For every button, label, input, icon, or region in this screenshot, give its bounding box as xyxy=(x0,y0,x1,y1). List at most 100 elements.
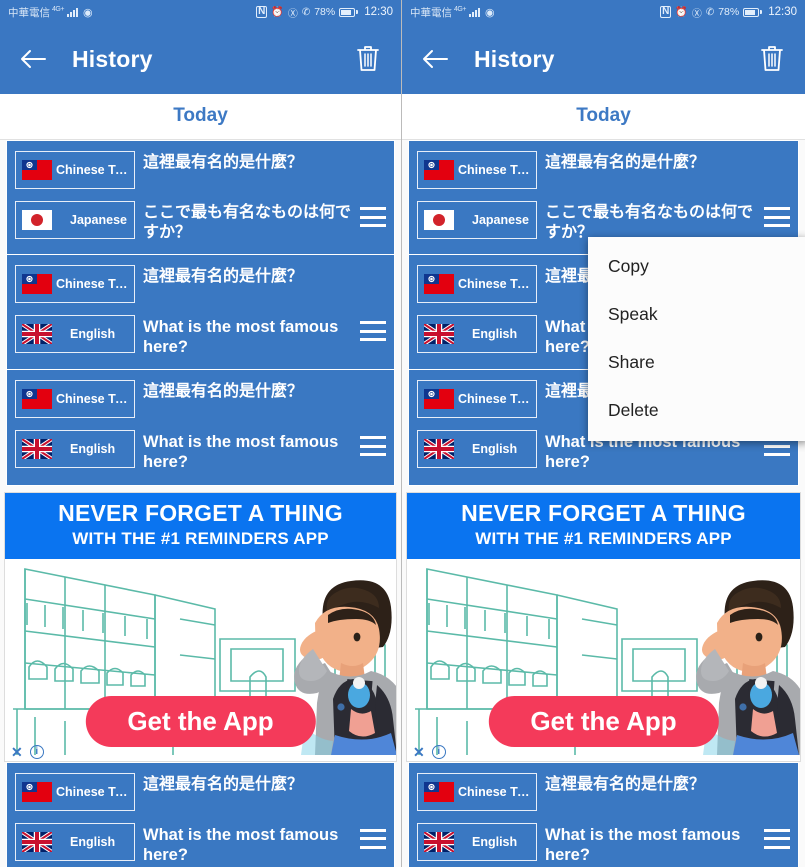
row-overflow-menu-icon[interactable] xyxy=(360,321,386,342)
history-group[interactable]: Chinese Tra... 這裡最有名的是什麼？ English What is t… xyxy=(6,370,395,486)
context-menu-item-delete[interactable]: Delete xyxy=(588,387,805,435)
uk-flag xyxy=(424,831,454,852)
taiwan-flag xyxy=(22,160,52,180)
language-chip[interactable]: Chinese Tra... xyxy=(417,265,537,304)
language-label: Chinese Tra... xyxy=(458,163,530,177)
context-menu[interactable]: Copy Speak Share Delete xyxy=(588,237,805,441)
back-icon[interactable] xyxy=(418,42,452,76)
history-row[interactable]: Chinese Tra... 這裡最有名的是什麼？ xyxy=(409,767,798,817)
language-chip[interactable]: English xyxy=(15,822,135,861)
history-row[interactable]: Japanese ここで最も有名なものは何ですか？ xyxy=(7,195,394,248)
delete-all-icon[interactable] xyxy=(759,43,789,75)
row-overflow-menu-icon[interactable] xyxy=(764,207,790,227)
battery-icon xyxy=(339,7,359,17)
language-chip[interactable]: Japanese xyxy=(417,201,537,239)
history-row[interactable]: Chinese Tra... 這裡最有名的是什麼？ xyxy=(409,145,798,195)
ad-controls: ✕ i xyxy=(11,744,44,759)
taiwan-flag xyxy=(424,781,454,802)
language-label: English xyxy=(472,327,518,342)
page-title: History xyxy=(474,45,555,72)
ad-close-icon[interactable]: ✕ xyxy=(11,745,23,759)
vibrate-icon: ✆ xyxy=(705,6,715,18)
status-bar-left-group: 中華電信 4G+ ◉ xyxy=(8,5,93,20)
row-overflow-menu-icon[interactable] xyxy=(764,828,790,849)
history-group[interactable]: Chinese Tra... 這裡最有名的是什麼？ Japanese ここで最も有名な… xyxy=(6,140,395,256)
language-chip[interactable]: Chinese Tra... xyxy=(15,772,135,811)
battery-percent-label: 78% xyxy=(314,6,336,18)
back-icon[interactable] xyxy=(16,42,50,76)
phrase-text: 這裡最有名的是什麼？ xyxy=(143,268,304,286)
language-chip[interactable]: Chinese Tra... xyxy=(15,265,135,304)
history-row[interactable]: Chinese Tra... 這裡最有名的是什麼？ xyxy=(7,145,394,195)
language-chip[interactable]: Japanese xyxy=(15,201,135,239)
history-list-left[interactable]: Chinese Tra... 這裡最有名的是什麼？ Japanese ここで最も有名な… xyxy=(0,140,401,486)
row-overflow-menu-icon[interactable] xyxy=(360,207,386,227)
history-row[interactable]: Chinese Tra... 這裡最有名的是什麼？ xyxy=(7,374,394,424)
alarm-icon: ⏰ xyxy=(675,6,688,18)
language-label: Chinese Tra... xyxy=(56,277,128,292)
app-bar-left: History xyxy=(0,24,401,94)
history-row[interactable]: English What is the most famous here? xyxy=(7,817,394,867)
language-chip[interactable]: English xyxy=(15,430,135,469)
language-chip[interactable]: Chinese Tra... xyxy=(15,151,135,189)
language-chip[interactable]: Chinese Tra... xyxy=(417,380,537,419)
phone-screenshot-left: 中華電信 4G+ ◉ N ⏰ Ⓧ ✆ 78% 12:30 History Tod… xyxy=(0,0,402,867)
status-bar-right: 中華電信 4G+ ◉ N ⏰ Ⓧ ✆ 78% 12:30 xyxy=(402,0,805,24)
delete-all-icon[interactable] xyxy=(355,43,385,75)
language-chip[interactable]: English xyxy=(417,430,537,469)
network-type-label: 4G+ xyxy=(52,5,64,13)
history-list-bottom-left[interactable]: Chinese Tra... 這裡最有名的是什麼？ English What is t… xyxy=(0,761,401,867)
language-chip[interactable]: English xyxy=(417,315,537,354)
language-label: English xyxy=(70,327,116,342)
phrase-text: 這裡最有名的是什麼？ xyxy=(545,775,706,793)
language-label: English xyxy=(70,442,116,457)
app-bar-right: History xyxy=(402,24,805,94)
history-group[interactable]: Chinese Tra... 這裡最有名的是什麼？ English What is t… xyxy=(6,255,395,371)
ad-subhead: WITH THE #1 REMINDERS APP xyxy=(72,528,329,548)
row-overflow-menu-icon[interactable] xyxy=(360,436,386,457)
history-row[interactable]: Chinese Tra... 這裡最有名的是什麼？ xyxy=(7,259,394,309)
context-menu-item-speak[interactable]: Speak xyxy=(588,291,805,339)
context-menu-item-share[interactable]: Share xyxy=(588,339,805,387)
ad-info-icon[interactable]: i xyxy=(431,744,446,759)
phrase-text: What is the most famous here? xyxy=(143,433,339,472)
history-list-bottom-right[interactable]: Chinese Tra... 這裡最有名的是什麼？ English What is t… xyxy=(402,761,805,867)
history-group[interactable]: Chinese Tra... 這裡最有名的是什麼？ English What is t… xyxy=(6,761,395,867)
advertisement-banner[interactable]: NEVER FORGET A THING WITH THE #1 REMINDE… xyxy=(406,491,801,762)
language-chip[interactable]: English xyxy=(417,822,537,861)
status-bar-right-group: N ⏰ Ⓧ ✆ 78% 12:30 xyxy=(256,5,393,20)
dual-screenshot-stage: 中華電信 4G+ ◉ N ⏰ Ⓧ ✆ 78% 12:30 History Tod… xyxy=(0,0,805,867)
signal-bars-icon xyxy=(66,7,78,17)
ad-info-icon[interactable]: i xyxy=(29,744,44,759)
uk-flag xyxy=(22,324,52,345)
history-group[interactable]: Chinese Tra... 這裡最有名的是什麼？ English What is t… xyxy=(408,761,799,867)
phrase-text: What is the most famous here? xyxy=(143,318,339,357)
history-row[interactable]: English What is the most famous here? xyxy=(7,309,394,363)
ad-close-icon[interactable]: ✕ xyxy=(413,745,425,759)
ad-cta-button[interactable]: Get the App xyxy=(85,695,316,747)
row-overflow-menu-icon[interactable] xyxy=(360,828,386,849)
history-row[interactable]: Chinese Tra... 這裡最有名的是什麼？ xyxy=(7,767,394,817)
context-menu-item-copy[interactable]: Copy xyxy=(588,243,805,291)
phrase-text: What is the most famous here? xyxy=(143,825,339,864)
phrase-text: 這裡最有名的是什麼？ xyxy=(545,154,706,171)
eye-icon: ◉ xyxy=(484,6,495,19)
language-chip[interactable]: Chinese Tra... xyxy=(15,380,135,419)
advertisement-banner[interactable]: NEVER FORGET A THING WITH THE #1 REMINDE… xyxy=(4,491,397,762)
language-chip[interactable]: English xyxy=(15,315,135,354)
language-label: Chinese Tra... xyxy=(56,392,128,407)
status-bar-left: 中華電信 4G+ ◉ N ⏰ Ⓧ ✆ 78% 12:30 xyxy=(0,0,401,24)
language-chip[interactable]: Chinese Tra... xyxy=(417,772,537,811)
history-content-left[interactable]: Today Chinese Tra... 這裡最有名的是什麼？ Japanese ここ… xyxy=(0,94,401,867)
bluetooth-icon: Ⓧ xyxy=(287,8,298,20)
history-row[interactable]: English What is the most famous here? xyxy=(7,424,394,478)
history-row[interactable]: English What is the most famous here? xyxy=(409,817,798,867)
ad-headline-band: NEVER FORGET A THING WITH THE #1 REMINDE… xyxy=(407,492,800,559)
history-content-right[interactable]: Today Chinese Tra... 這裡最有名的是什麼？ Japanese ここ… xyxy=(402,94,805,867)
taiwan-flag xyxy=(22,389,52,410)
signal-bars-icon xyxy=(468,7,480,17)
language-chip[interactable]: Chinese Tra... xyxy=(417,151,537,189)
language-label: Japanese xyxy=(70,213,127,227)
ad-cta-button[interactable]: Get the App xyxy=(488,695,719,747)
uk-flag xyxy=(424,439,454,460)
